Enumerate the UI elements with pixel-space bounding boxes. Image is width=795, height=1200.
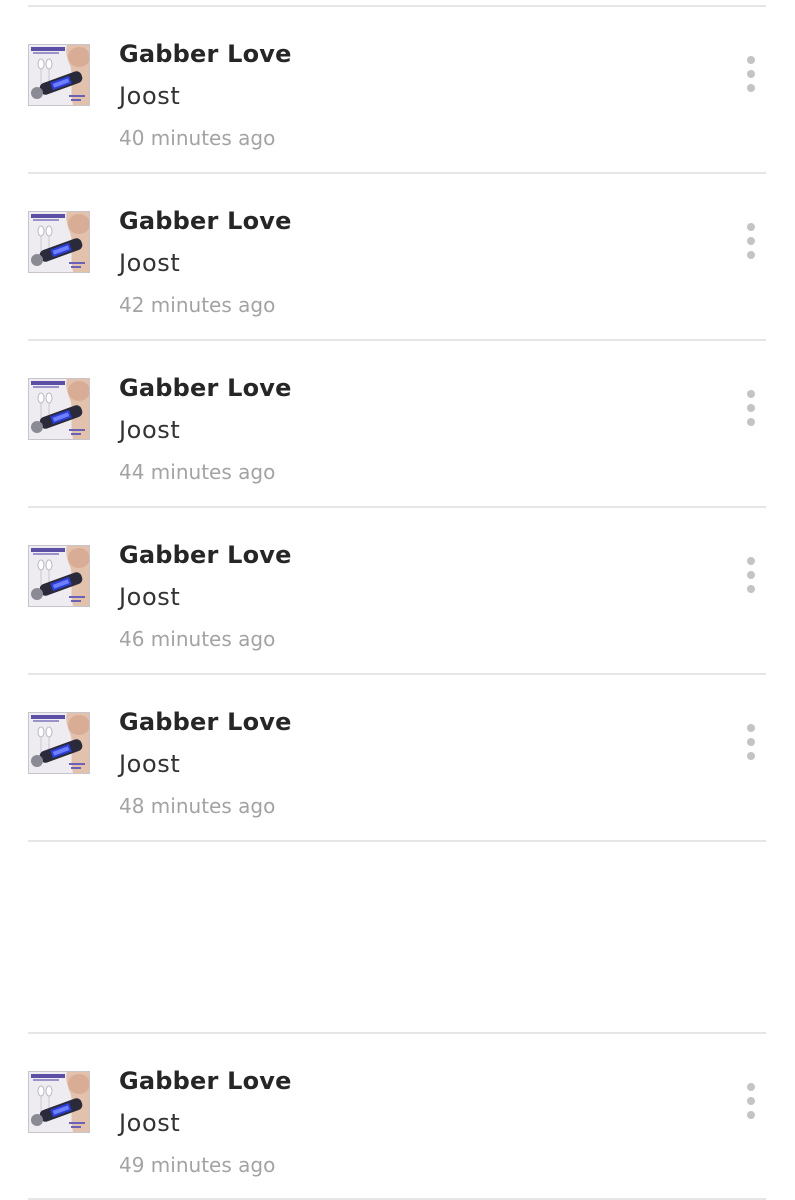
album-art-thumbnail[interactable] <box>28 545 90 607</box>
track-list-item[interactable]: Gabber Love Joost 48 minutes ago <box>0 674 795 840</box>
track-title: Gabber Love <box>119 40 292 68</box>
album-art-thumbnail[interactable] <box>28 378 90 440</box>
track-title: Gabber Love <box>119 541 292 569</box>
track-title: Gabber Love <box>119 374 292 402</box>
track-artist: Joost <box>119 416 181 444</box>
track-title: Gabber Love <box>119 207 292 235</box>
more-vertical-icon[interactable] <box>738 390 764 430</box>
album-art-thumbnail[interactable] <box>28 44 90 106</box>
track-list-item[interactable]: Gabber Love Joost 49 minutes ago <box>0 1033 795 1199</box>
more-vertical-icon[interactable] <box>738 1083 764 1123</box>
track-list-item[interactable]: Gabber Love Joost 40 minutes ago <box>0 6 795 172</box>
track-list-item[interactable]: Gabber Love Joost 42 minutes ago <box>0 173 795 339</box>
album-art-thumbnail[interactable] <box>28 712 90 774</box>
more-vertical-icon[interactable] <box>738 56 764 96</box>
recently-played-list: Gabber Love Joost 40 minutes ago Gabber … <box>0 0 795 1200</box>
track-artist: Joost <box>119 750 181 778</box>
played-time: 42 minutes ago <box>119 293 276 317</box>
track-list-item[interactable]: Gabber Love Joost 46 minutes ago <box>0 507 795 673</box>
track-artist: Joost <box>119 1109 181 1137</box>
track-title: Gabber Love <box>119 1067 292 1095</box>
played-time: 46 minutes ago <box>119 627 276 651</box>
album-art-thumbnail[interactable] <box>28 211 90 273</box>
more-vertical-icon[interactable] <box>738 724 764 764</box>
played-time: 40 minutes ago <box>119 126 276 150</box>
track-artist: Joost <box>119 249 181 277</box>
track-artist: Joost <box>119 583 181 611</box>
track-list-item[interactable]: Gabber Love Joost 44 minutes ago <box>0 340 795 506</box>
more-vertical-icon[interactable] <box>738 557 764 597</box>
played-time: 49 minutes ago <box>119 1153 276 1177</box>
more-vertical-icon[interactable] <box>738 223 764 263</box>
track-artist: Joost <box>119 82 181 110</box>
album-art-thumbnail[interactable] <box>28 1071 90 1133</box>
played-time: 48 minutes ago <box>119 794 276 818</box>
played-time: 44 minutes ago <box>119 460 276 484</box>
track-title: Gabber Love <box>119 708 292 736</box>
list-divider <box>28 840 766 842</box>
